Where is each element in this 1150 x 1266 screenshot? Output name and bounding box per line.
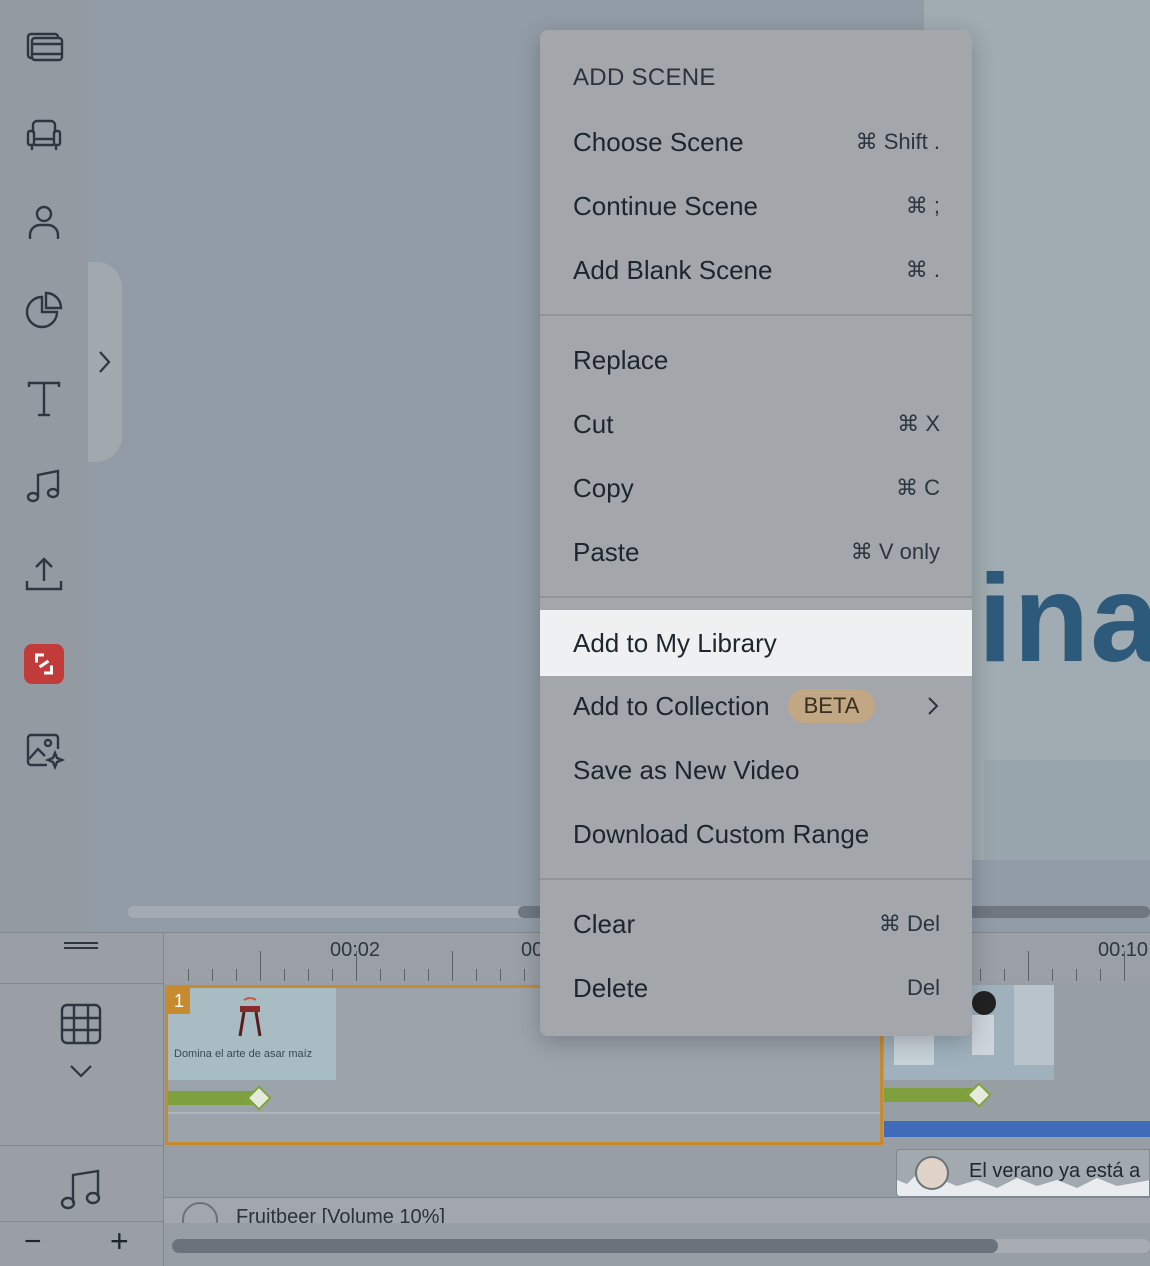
track-divider	[168, 1112, 880, 1114]
menu-item-label: Delete	[573, 972, 649, 1003]
expand-panel-tab[interactable]	[88, 262, 122, 462]
chevron-right-icon	[99, 351, 111, 373]
menu-item-add-blank-scene[interactable]: Add Blank Scene ⌘ .	[540, 238, 972, 302]
brand-logo-icon[interactable]	[24, 644, 64, 684]
text-icon[interactable]	[22, 376, 66, 420]
menu-item-label: Choose Scene	[573, 126, 744, 157]
audio-track-icon[interactable]	[58, 1165, 104, 1211]
drag-handle-icon[interactable]	[64, 941, 98, 953]
menu-item-label: Paste	[573, 536, 640, 567]
scene-preview-panel	[984, 760, 1150, 860]
menu-item-shortcut: ⌘ X	[897, 411, 940, 436]
menu-item-label: Continue Scene	[573, 190, 759, 221]
user-icon[interactable]	[22, 200, 66, 244]
upload-icon[interactable]	[22, 552, 66, 596]
keyframe-bar	[884, 1088, 974, 1102]
menu-item-label: Cut	[573, 408, 614, 439]
context-menu: ADD SCENE Choose Scene ⌘ Shift . Continu…	[540, 30, 972, 1036]
timeline-scrollbar-thumb[interactable]	[172, 1239, 998, 1253]
menu-item-label: Download Custom Range	[573, 818, 870, 849]
menu-divider	[540, 314, 972, 316]
film-strip-icon[interactable]	[22, 24, 66, 68]
menu-item-label: Replace	[573, 344, 669, 375]
menu-item-shortcut: ⌘ C	[896, 475, 940, 500]
music-disc-icon	[182, 1202, 218, 1223]
beta-badge: BETA	[787, 689, 876, 723]
chevron-down-icon[interactable]	[68, 1063, 94, 1079]
chevron-right-icon	[928, 697, 939, 715]
menu-item-continue-scene[interactable]: Continue Scene ⌘ ;	[540, 174, 972, 238]
menu-item-add-to-collection[interactable]: Add to Collection BETA	[540, 674, 972, 738]
music-note-icon[interactable]	[22, 464, 66, 508]
zoom-in-button[interactable]: +	[110, 1223, 129, 1260]
menu-item-delete[interactable]: Delete Del	[540, 956, 972, 1020]
menu-item-cut[interactable]: Cut ⌘ X	[540, 392, 972, 456]
menu-item-shortcut: ⌘ ;	[905, 193, 940, 218]
ai-image-icon[interactable]	[22, 728, 66, 772]
menu-item-label: Copy	[573, 472, 634, 503]
armchair-icon[interactable]	[22, 112, 66, 156]
zoom-out-button[interactable]: −	[24, 1225, 42, 1259]
menu-divider	[540, 596, 972, 598]
menu-item-choose-scene[interactable]: Choose Scene ⌘ Shift .	[540, 110, 972, 174]
menu-item-paste[interactable]: Paste ⌘ V only	[540, 520, 972, 584]
menu-item-shortcut: ⌘ Shift .	[855, 129, 940, 154]
tool-sidebar	[0, 0, 88, 932]
scene-caption: Domina el arte de asar maíz	[174, 1048, 313, 1060]
music-track-clip[interactable]: Fruitbeer [Volume 10%]	[164, 1197, 1150, 1223]
menu-item-replace[interactable]: Replace	[540, 328, 972, 392]
menu-item-download-custom-range[interactable]: Download Custom Range	[540, 802, 972, 866]
avatar	[915, 1156, 949, 1190]
menu-item-clear[interactable]: Clear ⌘ Del	[540, 892, 972, 956]
ruler-label: 00:02	[330, 939, 381, 961]
menu-divider	[540, 878, 972, 880]
menu-item-label: Save as New Video	[573, 754, 800, 785]
menu-item-shortcut: ⌘ V only	[850, 539, 940, 564]
menu-item-shortcut: ⌘ Del	[878, 911, 940, 936]
menu-item-shortcut: Del	[906, 975, 940, 1000]
scene-thumbnail: Domina el arte de asar maíz	[168, 988, 336, 1080]
scene-title-text[interactable]: ina	[978, 548, 1150, 690]
menu-heading: ADD SCENE	[573, 64, 716, 91]
menu-item-add-to-my-library[interactable]: Add to My Library	[540, 610, 972, 676]
voiceover-bar[interactable]	[884, 1121, 1150, 1137]
keyframe-diamond[interactable]	[966, 1082, 992, 1108]
ruler-label: 00:10	[1098, 939, 1149, 961]
menu-item-label: Add Blank Scene	[573, 254, 773, 285]
menu-item-label: Add to My Library	[573, 627, 777, 658]
scene-track-icon[interactable]	[58, 1001, 104, 1047]
menu-item-shortcut: ⌘ .	[905, 257, 940, 282]
menu-item-label: Clear	[573, 908, 636, 939]
menu-item-copy[interactable]: Copy ⌘ C	[540, 456, 972, 520]
menu-item-save-as-new-video[interactable]: Save as New Video	[540, 738, 972, 802]
menu-item-label: Add to Collection	[573, 690, 770, 721]
pie-chart-icon[interactable]	[22, 288, 66, 332]
music-track-label: Fruitbeer [Volume 10%]	[236, 1206, 445, 1223]
keyframe-diamond[interactable]	[246, 1085, 272, 1111]
scene-number-badge: 1	[168, 988, 190, 1014]
grill-illustration-icon	[238, 997, 262, 1037]
timeline-track-headers: − +	[0, 933, 164, 1266]
voiceover-label: El verano ya está a	[969, 1160, 1141, 1182]
voiceover-clip[interactable]: El verano ya está a	[896, 1149, 1150, 1197]
